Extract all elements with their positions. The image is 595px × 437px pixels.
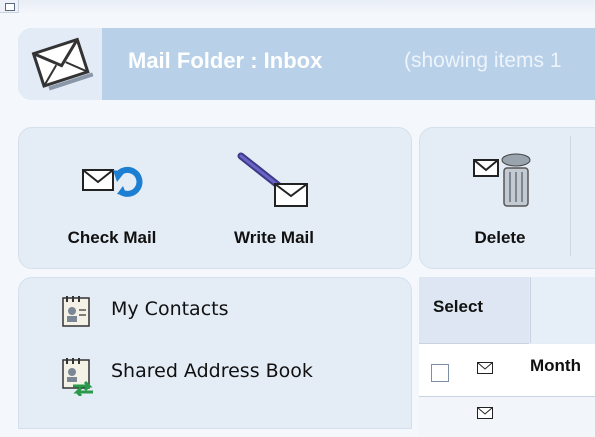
write-mail-label: Write Mail bbox=[234, 228, 314, 247]
table-row[interactable] bbox=[419, 397, 595, 437]
mail-toolbar-left: Check Mail Write Mail bbox=[18, 127, 412, 269]
contacts-nav: My Contacts Shared Address Book bbox=[18, 277, 412, 429]
nav-label-my-contacts: My Contacts bbox=[111, 298, 229, 320]
delete-button[interactable]: Delete bbox=[440, 128, 560, 268]
mail-toolbar-right: Delete bbox=[419, 127, 595, 269]
contacts-card-icon bbox=[62, 296, 90, 327]
subject-column-header[interactable] bbox=[530, 277, 595, 343]
mail-envelope-icon bbox=[31, 37, 94, 91]
select-header-label: Select bbox=[433, 297, 484, 316]
top-strip bbox=[0, 0, 595, 14]
message-envelope-icon bbox=[477, 407, 493, 419]
shared-address-book-icon bbox=[62, 358, 93, 396]
nav-label-shared-address-book: Shared Address Book bbox=[111, 360, 313, 382]
delete-trash-icon bbox=[473, 153, 531, 207]
message-table: Select Month bbox=[419, 277, 595, 437]
delete-label: Delete bbox=[474, 228, 526, 247]
select-column-header[interactable]: Select bbox=[419, 277, 529, 344]
check-mail-button[interactable]: Check Mail bbox=[47, 128, 177, 268]
check-mail-icon bbox=[82, 166, 143, 197]
write-mail-icon bbox=[237, 152, 308, 207]
folder-item-range: (showing items 1 bbox=[404, 49, 562, 72]
folder-title: Mail Folder : Inbox bbox=[128, 48, 323, 73]
table-row[interactable]: Month bbox=[419, 344, 595, 397]
folder-icon-box bbox=[18, 28, 102, 100]
message-envelope-icon bbox=[477, 362, 493, 374]
folder-title-bar: Mail Folder : Inbox (showing items 1 bbox=[18, 28, 595, 100]
message-subject[interactable]: Month bbox=[530, 356, 581, 376]
window-icon bbox=[0, 0, 19, 13]
toolbar-divider bbox=[570, 136, 571, 256]
row-select-checkbox[interactable] bbox=[431, 364, 449, 382]
check-mail-label: Check Mail bbox=[67, 228, 157, 247]
write-mail-button[interactable]: Write Mail bbox=[199, 128, 349, 268]
